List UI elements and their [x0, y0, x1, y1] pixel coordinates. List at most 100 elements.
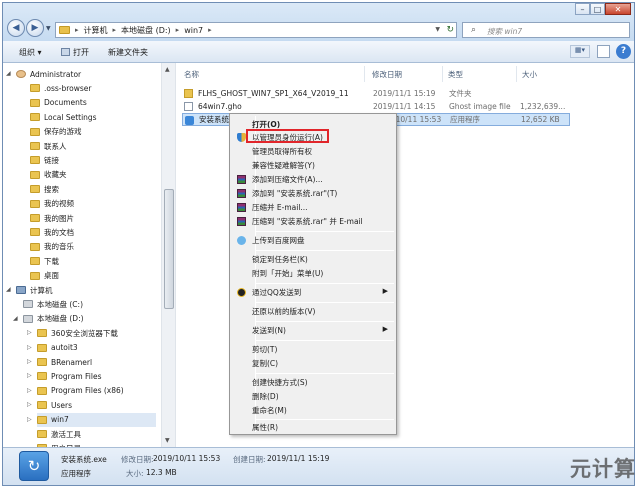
- tree-item[interactable]: ◢ 本地磁盘 (D:): [13, 312, 156, 326]
- tree-item[interactable]: ▷ Users: [27, 398, 156, 412]
- back-button[interactable]: ◀: [7, 19, 25, 37]
- breadcrumb-computer[interactable]: 计算机: [84, 25, 108, 36]
- menu-item-pin-taskbar[interactable]: 锁定到任务栏(K): [232, 253, 394, 266]
- tree-expand-icon[interactable]: ▷: [27, 416, 32, 423]
- menu-item-upload-baidu[interactable]: 上传到百度网盘: [232, 234, 394, 247]
- file-row[interactable]: FLHS_GHOST_WIN7_SP1_X64_V2019_11 2019/11…: [182, 87, 570, 100]
- address-bar[interactable]: ▸ 计算机 ▸ 本地磁盘 (D:) ▸ win7 ▸ ▼ ↻: [55, 22, 457, 38]
- menu-item-compress-email[interactable]: 压缩并 E-mail...: [232, 201, 394, 214]
- column-divider[interactable]: [364, 66, 365, 82]
- menu-item-copy[interactable]: 复制(C): [232, 357, 394, 370]
- column-header-date[interactable]: 修改日期: [372, 69, 402, 80]
- menu-item-send-qq[interactable]: 通过QQ发送到 ▶: [232, 286, 394, 299]
- menu-item-delete[interactable]: 删除(D): [232, 390, 394, 403]
- tree-item[interactable]: 桌面: [30, 269, 156, 283]
- tree-expand-icon[interactable]: ▷: [27, 387, 32, 394]
- menu-separator: [256, 231, 394, 232]
- tree-expand-icon[interactable]: ◢: [13, 315, 18, 322]
- tree-item[interactable]: 搜索: [30, 182, 156, 196]
- scroll-down-icon[interactable]: ▼: [165, 437, 170, 444]
- tree-expand-icon[interactable]: ▷: [27, 401, 32, 408]
- tree-expand-icon[interactable]: ▷: [27, 358, 32, 365]
- tree-expand-icon[interactable]: ▷: [27, 329, 32, 336]
- search-input[interactable]: 搜索 win7 ⌕: [462, 22, 630, 38]
- scrollbar-thumb[interactable]: [164, 189, 174, 309]
- tree-item[interactable]: ▷ 360安全浏览器下载: [27, 326, 156, 340]
- context-menu: 打开(O) 以管理员身份运行(A) 管理员取得所有权 兼容性疑难解答(Y) 添加…: [229, 113, 397, 435]
- tree-expand-icon[interactable]: ▷: [27, 344, 32, 351]
- tree-item[interactable]: ▷ BRenamerl: [27, 355, 156, 369]
- tree-item[interactable]: 联系人: [30, 139, 156, 153]
- tree-item-label: 收藏夹: [44, 170, 67, 180]
- annotation-highlight-box: [246, 129, 329, 143]
- tree-item[interactable]: ▷ autoit3: [27, 341, 156, 355]
- tree-item[interactable]: 激活工具: [37, 427, 156, 441]
- menu-item-rename[interactable]: 重命名(M): [232, 404, 394, 417]
- tree-item[interactable]: 我的图片: [30, 211, 156, 225]
- chevron-right-icon[interactable]: ▸: [176, 26, 180, 34]
- column-header-type[interactable]: 类型: [448, 69, 463, 80]
- menu-item-create-shortcut[interactable]: 创建快捷方式(S): [232, 376, 394, 389]
- tree-expand-icon[interactable]: ◢: [6, 70, 11, 77]
- tree-item[interactable]: ▷ Program Files (x86): [27, 384, 156, 398]
- tree-item[interactable]: 我的文档: [30, 225, 156, 239]
- menu-item-compress-rar-email[interactable]: 压缩到 "安装系统.rar" 并 E-mail: [232, 215, 394, 228]
- menu-item-restore-previous[interactable]: 还原以前的版本(V): [232, 305, 394, 318]
- tree-item[interactable]: ▷ Program Files: [27, 369, 156, 383]
- breadcrumb-drive-d[interactable]: 本地磁盘 (D:): [121, 25, 171, 36]
- forward-button[interactable]: ▶: [26, 19, 44, 37]
- tree-item[interactable]: ◢ 计算机: [6, 283, 156, 297]
- tree-item-label: 下载: [44, 256, 59, 266]
- file-type: Ghost image file: [449, 102, 511, 111]
- minimize-button[interactable]: –: [575, 3, 590, 15]
- help-button[interactable]: ?: [616, 44, 631, 59]
- menu-item-send-to[interactable]: 发送到(N) ▶: [232, 324, 394, 337]
- tree-item[interactable]: 本地磁盘 (C:): [23, 297, 156, 311]
- close-button[interactable]: ✕: [605, 3, 631, 15]
- breadcrumb-win7[interactable]: win7: [184, 26, 203, 35]
- folder-icon: [37, 430, 47, 438]
- address-dropdown-icon[interactable]: ▼: [435, 26, 440, 33]
- menu-item-label: 锁定到任务栏(K): [252, 255, 308, 264]
- tree-item[interactable]: .oss-browser: [30, 81, 156, 95]
- organize-button[interactable]: 组织 ▾: [19, 47, 42, 58]
- scroll-up-icon[interactable]: ▲: [165, 66, 170, 73]
- preview-pane-button[interactable]: [597, 45, 610, 58]
- tree-item[interactable]: 我的音乐: [30, 240, 156, 254]
- folder-icon: [30, 170, 40, 179]
- menu-item-add-archive[interactable]: 添加到压缩文件(A)...: [232, 173, 394, 186]
- tree-item[interactable]: 链接: [30, 153, 156, 167]
- chevron-right-icon[interactable]: ▸: [113, 26, 117, 34]
- menu-item-properties[interactable]: 属性(R): [232, 421, 394, 434]
- new-folder-button[interactable]: 新建文件夹: [108, 47, 148, 58]
- tree-item[interactable]: 收藏夹: [30, 168, 156, 182]
- change-view-button[interactable]: ▦▾: [570, 45, 590, 58]
- tree-item[interactable]: 下载: [30, 254, 156, 268]
- tree-item[interactable]: ▷ win7: [27, 412, 156, 427]
- menu-item-cut[interactable]: 剪切(T): [232, 343, 394, 356]
- maximize-button[interactable]: □: [590, 3, 605, 15]
- tree-item[interactable]: 保存的游戏: [30, 125, 156, 139]
- column-divider[interactable]: [516, 66, 517, 82]
- open-button[interactable]: 打开: [61, 47, 89, 58]
- tree-item[interactable]: 我的视频: [30, 197, 156, 211]
- menu-item-label: 创建快捷方式(S): [252, 378, 308, 387]
- nav-scrollbar[interactable]: ▲ ▼: [161, 63, 175, 447]
- recent-pages-dropdown[interactable]: ▼: [46, 25, 51, 32]
- column-header-name[interactable]: 名称: [184, 69, 199, 80]
- tree-expand-icon[interactable]: ◢: [6, 286, 11, 293]
- refresh-icon[interactable]: ↻: [446, 25, 454, 35]
- folder-icon: [30, 113, 40, 122]
- tree-expand-icon[interactable]: ▷: [27, 372, 32, 379]
- tree-item[interactable]: Local Settings: [30, 110, 156, 124]
- column-divider[interactable]: [442, 66, 443, 82]
- menu-item-add-rar[interactable]: 添加到 "安装系统.rar"(T): [232, 187, 394, 200]
- tree-item[interactable]: ◢ Administrator: [6, 67, 156, 81]
- tree-item[interactable]: Documents: [30, 96, 156, 110]
- menu-item-pin-start[interactable]: 附到「开始」菜单(U): [232, 267, 394, 280]
- file-row[interactable]: 64win7.gho 2019/11/1 14:15 Ghost image f…: [182, 100, 570, 113]
- menu-item-troubleshoot[interactable]: 兼容性疑难解答(Y): [232, 159, 394, 172]
- chevron-right-icon[interactable]: ▸: [208, 26, 212, 34]
- menu-item-take-ownership[interactable]: 管理员取得所有权: [232, 145, 394, 158]
- column-header-size[interactable]: 大小: [522, 69, 537, 80]
